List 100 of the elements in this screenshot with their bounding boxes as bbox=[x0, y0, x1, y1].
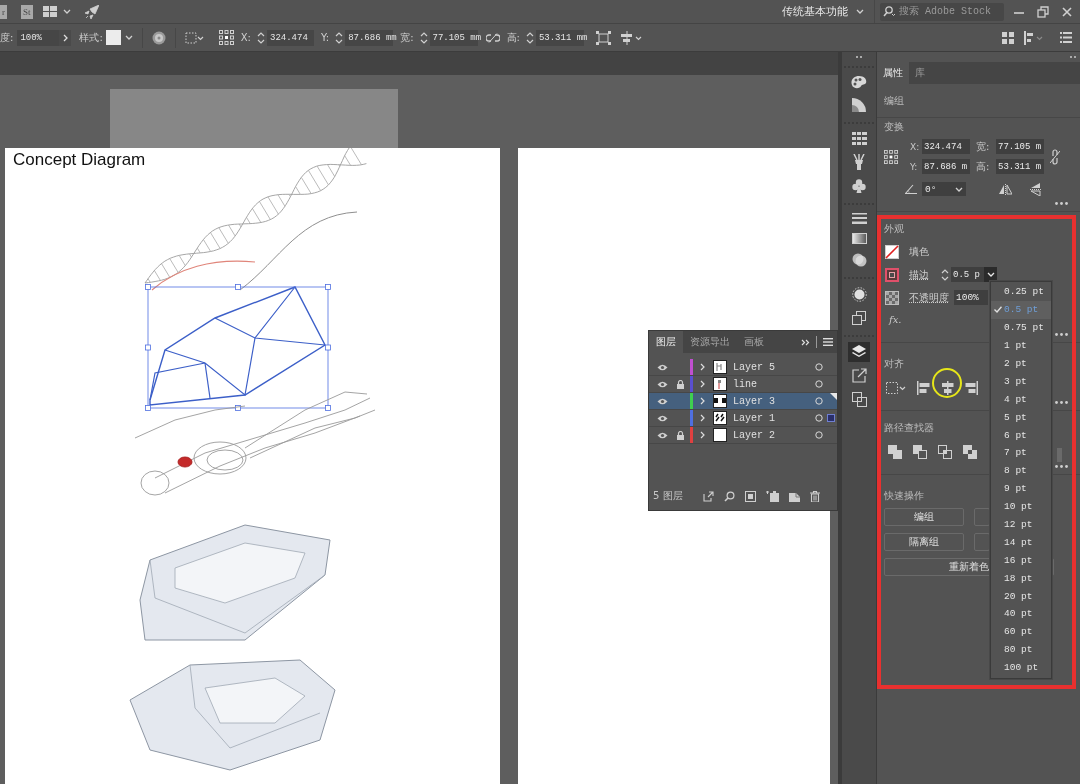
stroke-weight-dropdown-button[interactable] bbox=[984, 267, 997, 282]
menu-item[interactable]: 3 pt bbox=[991, 372, 1051, 391]
double-chevron-icon[interactable] bbox=[801, 338, 810, 346]
effects-button[interactable]: fx. bbox=[889, 314, 902, 325]
artboards-icon[interactable] bbox=[851, 392, 867, 407]
app-badge[interactable]: r bbox=[0, 4, 7, 19]
graphic-style-swatch[interactable] bbox=[105, 30, 121, 45]
appearance-icon[interactable] bbox=[851, 287, 867, 302]
selected-art-icon[interactable] bbox=[827, 414, 835, 422]
spinner-icon[interactable] bbox=[257, 30, 265, 45]
coordinate-field[interactable]: 324.474 bbox=[267, 29, 314, 46]
spinner-icon[interactable] bbox=[941, 267, 949, 282]
rotation-angle-field[interactable]: 0° bbox=[922, 182, 966, 196]
align-to-icon[interactable] bbox=[886, 381, 906, 395]
layer-row[interactable]: Layer 3 bbox=[649, 393, 837, 410]
export-icon[interactable] bbox=[702, 490, 714, 502]
brush-icon[interactable] bbox=[852, 154, 866, 170]
align-bars-icon[interactable] bbox=[1024, 30, 1044, 45]
menu-item[interactable]: 60 pt bbox=[991, 622, 1051, 641]
reference-point-icon[interactable] bbox=[884, 149, 898, 164]
menu-item[interactable]: 8 pt bbox=[991, 461, 1051, 480]
opacity-swatch-icon[interactable] bbox=[885, 290, 899, 305]
stock-search-field[interactable]: 搜索 Adobe Stock bbox=[880, 2, 1004, 21]
menu-item[interactable]: 100 pt bbox=[991, 658, 1051, 677]
menu-item[interactable]: 2 pt bbox=[991, 354, 1051, 373]
menu-item[interactable]: 10 pt bbox=[991, 497, 1051, 516]
menu-item[interactable]: 0.25 pt bbox=[991, 283, 1051, 301]
quick-action-button[interactable]: 隔离组 bbox=[884, 533, 964, 551]
coordinate-field[interactable]: 324.474 bbox=[922, 139, 970, 154]
transform-icon[interactable] bbox=[595, 30, 611, 45]
align-left-icon[interactable] bbox=[917, 381, 930, 395]
search-icon[interactable] bbox=[723, 490, 735, 502]
menu-icon[interactable] bbox=[1060, 32, 1072, 43]
arrange-grid-icon[interactable] bbox=[1002, 31, 1014, 44]
eye-icon[interactable] bbox=[656, 380, 668, 388]
workspace-layout-icon[interactable] bbox=[42, 6, 57, 17]
exclude-icon[interactable] bbox=[963, 445, 977, 459]
collect-icon[interactable] bbox=[744, 490, 756, 502]
intersect-icon[interactable] bbox=[938, 445, 952, 459]
close-icon[interactable] bbox=[1061, 5, 1073, 18]
target-circle-icon[interactable] bbox=[815, 363, 823, 371]
unlink-icon[interactable] bbox=[485, 32, 500, 43]
menu-item[interactable]: 6 pt bbox=[991, 426, 1051, 444]
menu-item[interactable]: 80 pt bbox=[991, 640, 1051, 659]
target-circle-icon[interactable] bbox=[815, 431, 823, 439]
menu-item[interactable]: 40 pt bbox=[991, 605, 1051, 623]
layer-row[interactable]: Layer 1 bbox=[649, 410, 837, 427]
more-options-icon[interactable] bbox=[1055, 202, 1068, 205]
target-circle-icon[interactable] bbox=[815, 414, 823, 422]
lock-icon[interactable] bbox=[676, 430, 684, 440]
menu-item[interactable]: 7 pt bbox=[991, 444, 1051, 462]
reference-point-icon[interactable] bbox=[218, 30, 234, 45]
panel-tab[interactable]: 资源导出 bbox=[683, 331, 737, 353]
eye-icon[interactable] bbox=[656, 414, 668, 422]
flip-horizontal-icon[interactable] bbox=[999, 183, 1012, 195]
fill-swatch-icon[interactable] bbox=[885, 244, 899, 259]
stroke-weight-field[interactable]: 0.5 p bbox=[951, 267, 984, 282]
rocket-icon[interactable] bbox=[84, 4, 99, 19]
layer-row[interactable]: Layer 2 bbox=[649, 427, 837, 444]
opacity-link[interactable]: 不透明度 bbox=[909, 290, 949, 305]
app-badge[interactable]: St bbox=[21, 4, 33, 19]
new-layer-icon[interactable] bbox=[788, 490, 800, 502]
caret-icon[interactable] bbox=[124, 35, 133, 40]
menu-item[interactable]: 5 pt bbox=[991, 408, 1051, 427]
panel-tab[interactable]: 图层 bbox=[649, 331, 683, 353]
spinner-icon[interactable] bbox=[335, 30, 344, 45]
target-circle-icon[interactable] bbox=[815, 397, 823, 405]
lock-icon[interactable] bbox=[676, 379, 684, 389]
layers-icon[interactable] bbox=[848, 342, 870, 362]
color-guide-icon[interactable] bbox=[852, 98, 866, 112]
caret-icon[interactable] bbox=[62, 9, 71, 14]
target-circle-icon[interactable] bbox=[815, 380, 823, 388]
eye-icon[interactable] bbox=[656, 397, 668, 405]
unite-icon[interactable] bbox=[888, 445, 902, 459]
opacity-field[interactable]: 100% bbox=[954, 290, 988, 305]
coordinate-field[interactable]: 53.311 m bbox=[996, 159, 1044, 174]
stroke-icon[interactable] bbox=[851, 213, 867, 224]
menu-item[interactable]: 1 pt bbox=[991, 336, 1051, 355]
more-options-icon[interactable] bbox=[1055, 401, 1068, 404]
opacity-field[interactable]: 100% bbox=[17, 29, 60, 46]
layer-row[interactable]: Layer 5 bbox=[649, 359, 837, 376]
transparency-icon[interactable] bbox=[851, 253, 867, 267]
opacity-expand-button[interactable] bbox=[59, 29, 72, 46]
coordinate-field[interactable]: 77.105 m bbox=[996, 139, 1044, 154]
panel-tab[interactable]: 属性 bbox=[877, 62, 909, 84]
eye-icon[interactable] bbox=[656, 363, 668, 371]
more-options-icon[interactable] bbox=[1055, 333, 1068, 336]
align-icon[interactable] bbox=[620, 30, 643, 45]
menu-item[interactable]: 4 pt bbox=[991, 390, 1051, 409]
menu-item[interactable]: 20 pt bbox=[991, 587, 1051, 606]
panel-tab[interactable]: 库 bbox=[909, 62, 931, 84]
club-symbol-icon[interactable] bbox=[852, 179, 866, 193]
move-to-layer-icon[interactable] bbox=[765, 490, 779, 502]
align-center-icon[interactable] bbox=[941, 381, 954, 395]
eye-icon[interactable] bbox=[656, 431, 668, 439]
palette-icon[interactable] bbox=[851, 76, 867, 89]
workspace-switcher[interactable]: 传统基本功能 bbox=[774, 0, 875, 23]
more-options-icon[interactable] bbox=[1055, 465, 1068, 468]
swatches-icon[interactable] bbox=[851, 132, 867, 145]
stroke-swatch-icon[interactable] bbox=[885, 267, 899, 282]
